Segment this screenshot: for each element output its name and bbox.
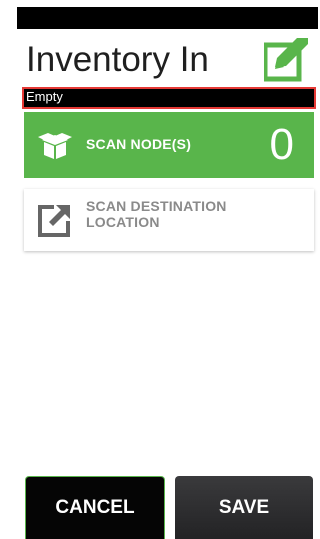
status-bar xyxy=(17,7,318,29)
box-icon xyxy=(36,126,74,164)
status-field-value: Empty xyxy=(26,89,65,105)
page-title: Inventory In xyxy=(26,40,209,79)
edit-check-icon[interactable] xyxy=(262,36,310,82)
status-field xyxy=(22,87,316,109)
inventory-in-screen: Inventory In Empty SCAN NODE(S) 0 SCAN D… xyxy=(0,0,318,539)
scan-destination-label: SCAN DESTINATION LOCATION xyxy=(86,198,227,230)
save-button[interactable]: SAVE xyxy=(175,476,313,539)
external-link-icon xyxy=(36,201,74,239)
scan-destination-button[interactable]: SCAN DESTINATION LOCATION xyxy=(24,189,314,251)
scan-nodes-button[interactable]: SCAN NODE(S) 0 xyxy=(24,112,314,178)
scan-nodes-count: 0 xyxy=(269,120,294,169)
scan-nodes-label: SCAN NODE(S) xyxy=(86,136,192,152)
cancel-button[interactable]: CANCEL xyxy=(25,476,165,539)
